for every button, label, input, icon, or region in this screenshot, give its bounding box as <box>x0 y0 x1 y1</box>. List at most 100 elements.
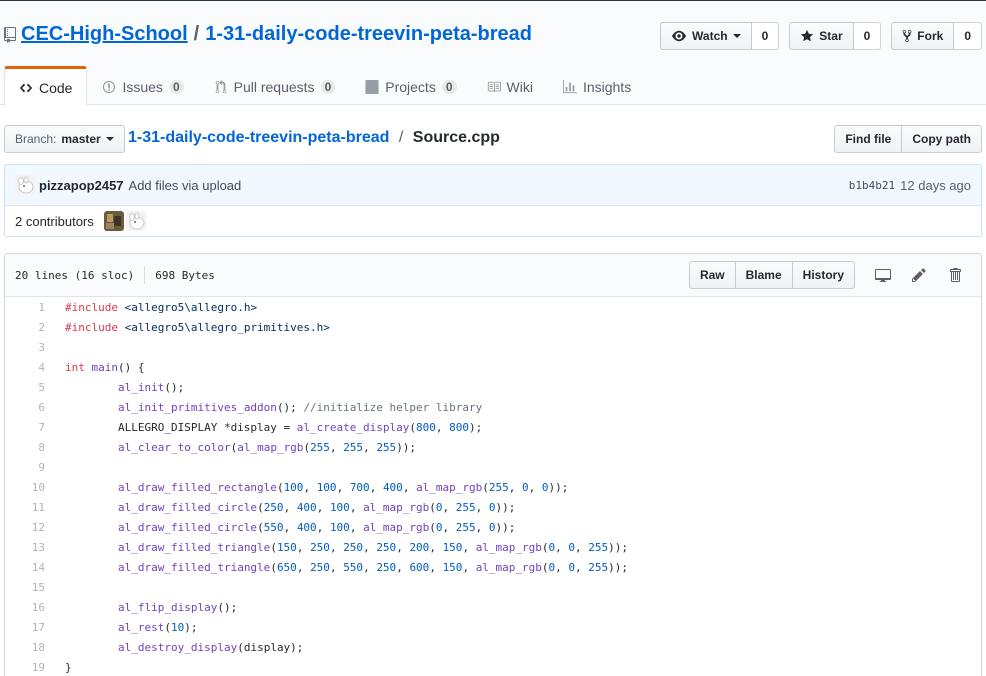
breadcrumb-separator: / <box>398 129 404 146</box>
code-text: al_draw_filled_circle(250, 400, 100, al_… <box>117 501 516 514</box>
line-number[interactable]: 19 <box>5 658 55 676</box>
line-number[interactable]: 15 <box>5 578 55 598</box>
device-desktop-icon <box>875 269 891 282</box>
code-line: 4 int main() { <box>5 358 981 378</box>
line-number[interactable]: 14 <box>5 558 55 578</box>
line-number[interactable]: 2 <box>5 318 55 338</box>
tab-code[interactable]: Code <box>4 66 88 107</box>
code-line: 9 <box>5 458 981 478</box>
projects-counter: 0 <box>441 80 457 94</box>
fork-button[interactable]: Fork <box>891 22 955 50</box>
code-text: al_draw_filled_triangle(650, 250, 550, 2… <box>117 561 629 574</box>
code-line: 19} <box>5 658 981 676</box>
fork-label: Fork <box>917 29 944 43</box>
watch-button[interactable]: Watch <box>660 22 752 50</box>
line-number[interactable]: 18 <box>5 638 55 658</box>
tab-wiki[interactable]: Wiki <box>472 66 548 106</box>
breadcrumb-repo-link[interactable]: 1-31-daily-code-treevin-peta-bread <box>128 129 389 146</box>
line-number[interactable]: 8 <box>5 438 55 458</box>
watch-group: Watch 0 <box>660 22 780 50</box>
code-text: al_rest(10); <box>117 621 198 634</box>
tab-code-label: Code <box>39 79 73 96</box>
code-text: al_clear_to_color(al_map_rgb(255, 255, 2… <box>117 441 417 454</box>
file-view-buttons: Raw Blame History <box>688 261 855 289</box>
tab-wiki-label: Wiki <box>506 79 533 95</box>
line-number[interactable]: 7 <box>5 418 55 438</box>
code-line: 16 al_flip_display(); <box>5 598 981 618</box>
breadcrumb: 1-31-daily-code-treevin-peta-bread / Sou… <box>128 129 500 147</box>
code-line: 5 al_init(); <box>5 378 981 398</box>
commit-message-link[interactable]: Add files via upload <box>129 178 242 193</box>
raw-button[interactable]: Raw <box>688 261 736 289</box>
star-label: Star <box>819 29 843 43</box>
line-number[interactable]: 9 <box>5 458 55 478</box>
contributors-bar: 2 contributors <box>4 205 982 237</box>
file-nav-buttons: Find file Copy path <box>834 125 982 153</box>
file-navigation: Branch: master 1-31-daily-code-treevin-p… <box>4 125 982 153</box>
tab-pull-requests-label: Pull requests <box>233 79 315 95</box>
code-text: #include <allegro5\allegro_primitives.h> <box>65 321 330 334</box>
tab-pull-requests[interactable]: Pull requests 0 <box>199 66 351 106</box>
chevron-down-icon <box>105 137 114 141</box>
contributor-avatar[interactable] <box>125 211 146 231</box>
commit-author-link[interactable]: pizzapop2457 <box>39 178 124 193</box>
history-button[interactable]: History <box>792 261 855 289</box>
line-number[interactable]: 12 <box>5 518 55 538</box>
line-number[interactable]: 17 <box>5 618 55 638</box>
line-number[interactable]: 5 <box>5 378 55 398</box>
contributor-avatar[interactable] <box>103 211 124 231</box>
repo-title: CEC-High-School / 1-31-daily-code-treevi… <box>4 23 532 46</box>
find-file-button[interactable]: Find file <box>834 125 903 153</box>
star-count[interactable]: 0 <box>853 22 882 50</box>
file-header: 20 lines (16 sloc) 698 Bytes Raw Blame H… <box>5 254 981 297</box>
code-line: 2 #include <allegro5\allegro_primitives.h… <box>5 318 981 338</box>
watch-count[interactable]: 0 <box>751 22 780 50</box>
line-number[interactable]: 16 <box>5 598 55 618</box>
line-number[interactable]: 6 <box>5 398 55 418</box>
repo-header: CEC-High-School / 1-31-daily-code-treevi… <box>0 0 986 107</box>
repo-nav: Code Issues 0 Pull requests 0 Projects 0… <box>4 66 646 107</box>
star-button[interactable]: Star <box>789 22 854 50</box>
author-avatar[interactable] <box>15 175 35 195</box>
code-line: 18 al_destroy_display(display); <box>5 638 981 658</box>
tab-projects[interactable]: Projects 0 <box>350 66 471 106</box>
code-icon <box>19 83 33 92</box>
blame-button[interactable]: Blame <box>735 261 793 289</box>
edit-file-button[interactable] <box>903 261 935 289</box>
fork-count[interactable]: 0 <box>954 22 982 50</box>
code-text: al_init(); <box>117 381 185 394</box>
code-line: 14 al_draw_filled_triangle(650, 250, 550… <box>5 558 981 578</box>
repo-icon <box>4 26 16 43</box>
fork-icon <box>902 29 912 43</box>
line-number[interactable]: 10 <box>5 478 55 498</box>
line-number[interactable]: 1 <box>5 298 55 318</box>
repo-name-link[interactable]: 1-31-daily-code-treevin-peta-bread <box>205 23 532 46</box>
contributors-count-link[interactable]: 2 contributors <box>15 214 94 229</box>
line-number[interactable]: 4 <box>5 358 55 378</box>
code-text: al_draw_filled_triangle(150, 250, 250, 2… <box>117 541 629 554</box>
star-icon <box>801 29 814 42</box>
repo-owner-link[interactable]: CEC-High-School <box>21 23 188 46</box>
issue-icon <box>103 80 116 94</box>
tab-insights-label: Insights <box>582 79 632 95</box>
watch-label: Watch <box>692 29 728 43</box>
code-text: } <box>65 661 72 674</box>
branch-select-button[interactable]: Branch: master <box>4 125 125 153</box>
code-text: int main() { <box>65 361 145 374</box>
line-number[interactable]: 11 <box>5 498 55 518</box>
line-number[interactable]: 3 <box>5 338 55 358</box>
line-number[interactable]: 13 <box>5 538 55 558</box>
open-desktop-button[interactable] <box>867 261 899 289</box>
code-line: 10 al_draw_filled_rectangle(100, 100, 70… <box>5 478 981 498</box>
tab-insights[interactable]: Insights <box>548 66 646 106</box>
trashcan-icon <box>950 268 961 282</box>
fork-group: Fork 0 <box>891 22 982 50</box>
commit-sha-link[interactable]: b1b4b21 <box>849 179 895 192</box>
branch-select-label: Branch: <box>15 132 57 146</box>
copy-path-button[interactable]: Copy path <box>902 125 982 153</box>
delete-file-button[interactable] <box>939 261 971 289</box>
tab-issues[interactable]: Issues 0 <box>87 66 198 106</box>
code-line: 17 al_rest(10); <box>5 618 981 638</box>
repo-actions: Watch 0 Star 0 Fork 0 <box>660 22 982 50</box>
